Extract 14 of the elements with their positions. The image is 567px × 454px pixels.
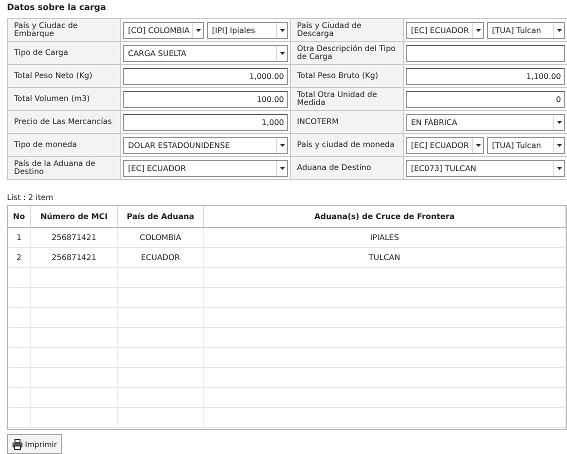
caret-icon xyxy=(553,114,564,130)
input-field[interactable] xyxy=(406,44,565,62)
caret-icon xyxy=(553,138,564,152)
caret-icon xyxy=(553,160,564,176)
caret-icon xyxy=(276,160,287,176)
section-title: Datos sobre la carga xyxy=(7,3,108,15)
caret-icon xyxy=(472,138,483,152)
caret-icon xyxy=(276,138,287,152)
caret-icon xyxy=(472,22,483,38)
printer-icon xyxy=(12,438,23,450)
caret-icon xyxy=(276,22,287,38)
caret-icon xyxy=(192,22,203,38)
caret-icon xyxy=(553,22,564,38)
caret-icon xyxy=(276,46,287,60)
